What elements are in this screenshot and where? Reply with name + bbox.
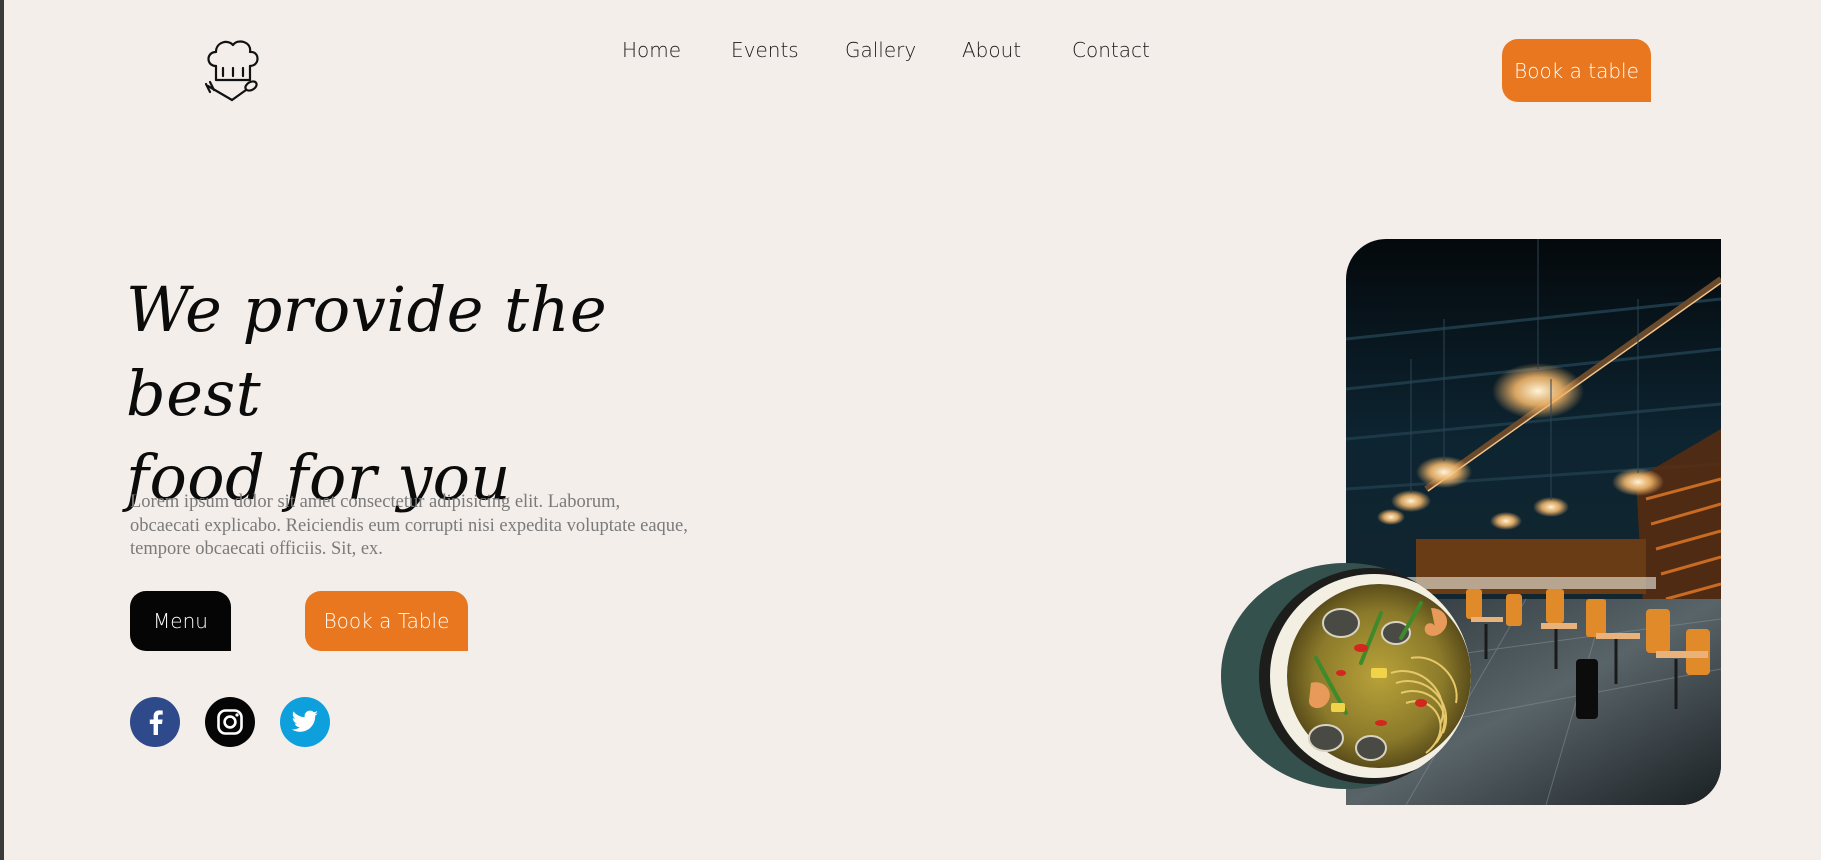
- window-edge: [0, 0, 4, 860]
- nav-home[interactable]: Home: [622, 38, 681, 62]
- nav-events[interactable]: Events: [731, 38, 799, 62]
- facebook-icon[interactable]: [130, 697, 180, 747]
- noodle-soup-bowl-image: [1221, 563, 1471, 789]
- hero-description: Lorem ipsum dolor sit amet consectetur a…: [130, 492, 688, 559]
- nav-gallery[interactable]: Gallery: [845, 38, 916, 62]
- nav-contact[interactable]: Contact: [1072, 38, 1150, 62]
- twitter-icon[interactable]: [280, 697, 330, 747]
- nav-about[interactable]: About: [962, 38, 1021, 62]
- header-book-table-button[interactable]: Book a table: [1502, 39, 1651, 102]
- instagram-icon[interactable]: [205, 697, 255, 747]
- book-table-button[interactable]: Book a Table: [305, 591, 468, 651]
- hero-title-line-1: We provide the best: [126, 273, 608, 430]
- hero-title: We provide the best food for you: [126, 268, 746, 520]
- menu-button[interactable]: Menu: [130, 591, 231, 651]
